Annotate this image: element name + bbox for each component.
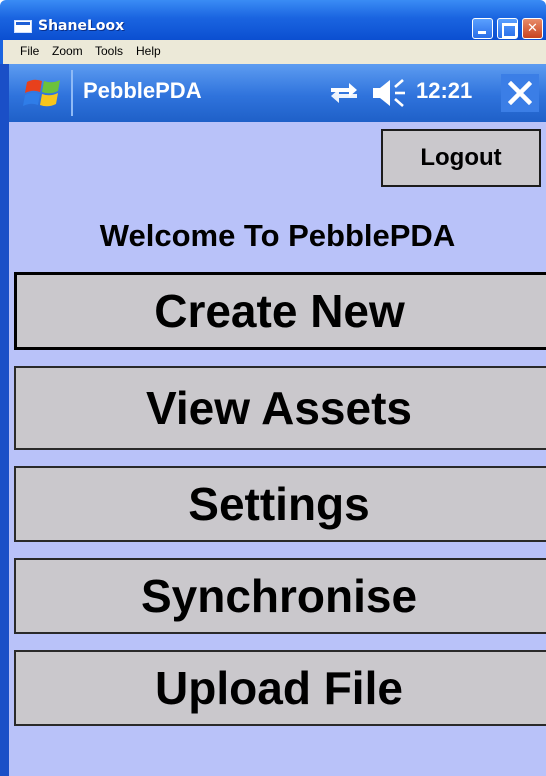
pda-taskbar: PebblePDA 12:21 xyxy=(9,64,546,122)
windows-start-icon[interactable] xyxy=(21,72,67,114)
synchronise-button[interactable]: Synchronise xyxy=(14,558,546,634)
window-title: ShaneLoox xyxy=(38,18,125,34)
menu-tools[interactable]: Tools xyxy=(95,44,123,58)
window-left-border xyxy=(0,64,9,776)
upload-file-button[interactable]: Upload File xyxy=(14,650,546,726)
window-close-button[interactable]: ✕ xyxy=(522,18,543,39)
taskbar-separator xyxy=(71,70,73,116)
logout-button[interactable]: Logout xyxy=(381,129,541,187)
app-window-icon xyxy=(14,20,32,33)
menu-help[interactable]: Help xyxy=(136,44,161,58)
sync-icon[interactable] xyxy=(327,79,361,107)
window-titlebar: ShaneLoox ✕ xyxy=(0,0,546,40)
settings-button[interactable]: Settings xyxy=(14,466,546,542)
pda-app-title: PebblePDA xyxy=(83,78,202,103)
menu-zoom[interactable]: Zoom xyxy=(52,44,83,58)
volume-muted-icon[interactable] xyxy=(371,77,407,109)
minimize-button[interactable] xyxy=(472,18,493,39)
window-menubar: File Zoom Tools Help xyxy=(0,40,546,64)
close-icon[interactable] xyxy=(501,74,539,112)
clock[interactable]: 12:21 xyxy=(416,78,472,104)
welcome-heading: Welcome To PebblePDA xyxy=(99,218,456,253)
view-assets-button[interactable]: View Assets xyxy=(14,366,546,450)
menu-file[interactable]: File xyxy=(20,44,39,58)
create-new-button[interactable]: Create New xyxy=(14,272,546,350)
maximize-button[interactable] xyxy=(497,18,518,39)
